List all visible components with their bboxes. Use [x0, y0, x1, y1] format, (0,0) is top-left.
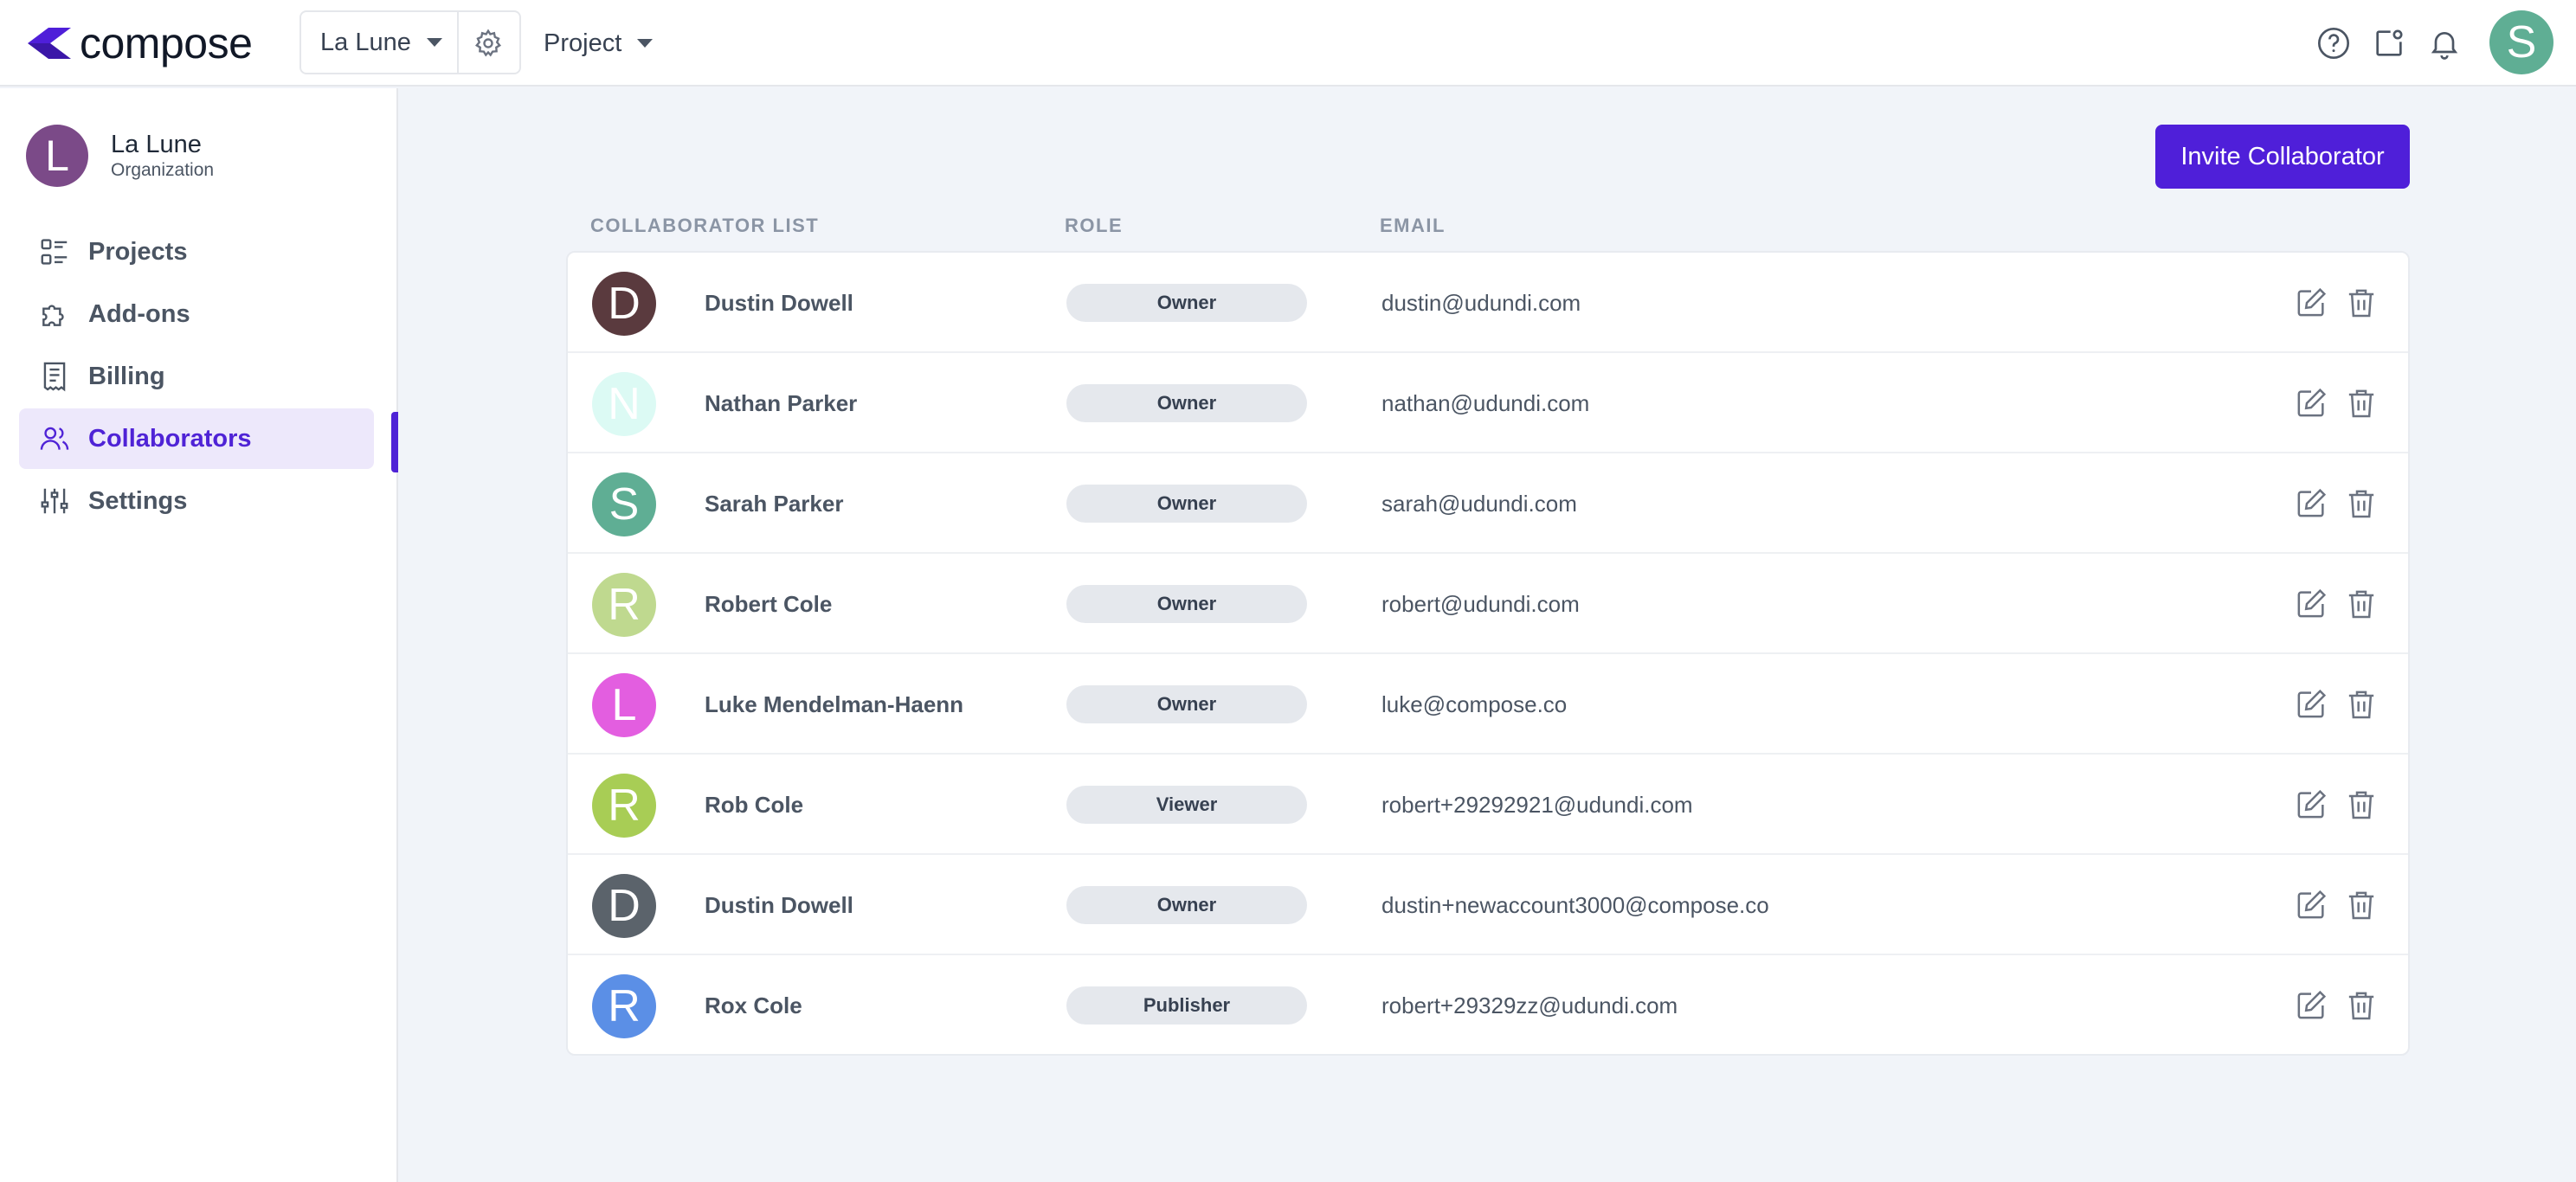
collaborator-avatar: D: [592, 272, 656, 336]
collaborator-name: Sarah Parker: [705, 491, 844, 517]
trash-icon[interactable]: [2344, 888, 2379, 922]
edit-icon[interactable]: [2294, 787, 2328, 822]
sidebar-item-label: Settings: [88, 486, 188, 515]
role-badge: Owner: [1066, 585, 1307, 623]
chevron-down-icon: [426, 38, 442, 47]
compose-logo-icon: [28, 28, 71, 59]
invite-collaborator-button[interactable]: Invite Collaborator: [2155, 125, 2410, 189]
divider: [457, 12, 459, 73]
collaborator-name: Rob Cole: [705, 792, 804, 818]
sidebar-item-settings[interactable]: Settings: [19, 471, 374, 531]
role-badge: Owner: [1066, 284, 1307, 322]
collaborator-avatar: L: [592, 673, 656, 737]
org-type: Organization: [111, 160, 215, 180]
edit-icon[interactable]: [2294, 587, 2328, 621]
compose-logo[interactable]: compose: [24, 19, 253, 67]
collaborator-avatar: R: [592, 774, 656, 838]
org-card: L La Lune Organization: [26, 125, 214, 187]
edit-icon[interactable]: [2294, 386, 2328, 421]
collaborator-email: robert+29329zz@udundi.com: [1381, 992, 1678, 1018]
org-name: La Lune: [111, 131, 202, 158]
trash-icon[interactable]: [2344, 286, 2379, 320]
org-selector-label: La Lune: [320, 28, 411, 56]
table-row: R Rox Cole Publisher robert+29329zz@udun…: [568, 955, 2408, 1054]
edit-icon[interactable]: [2294, 687, 2328, 722]
collaborator-email: luke@compose.co: [1381, 691, 1568, 717]
collaborator-name: Robert Cole: [705, 591, 833, 617]
collaborator-avatar: D: [592, 874, 656, 938]
projects-list-icon: [41, 239, 68, 265]
collaborator-avatar: S: [592, 472, 656, 536]
column-header-role: ROLE: [1065, 215, 1124, 236]
sidebar-nav: Projects Add-ons Billing Collaborators S…: [19, 222, 374, 533]
edit-icon[interactable]: [2294, 486, 2328, 521]
sidebar-item-label: Add-ons: [88, 299, 190, 328]
logo-text: compose: [80, 19, 253, 67]
top-bar: compose La Lune Project S: [0, 0, 2576, 87]
role-badge: Owner: [1066, 384, 1307, 422]
collaborator-name: Nathan Parker: [705, 390, 858, 416]
collaborator-email: dustin@udundi.com: [1381, 290, 1581, 316]
sidebar-item-label: Projects: [88, 237, 188, 266]
collaborator-email: dustin+newaccount3000@compose.co: [1381, 892, 1769, 918]
org-selector[interactable]: La Lune: [299, 10, 521, 74]
sidebar-item-billing[interactable]: Billing: [19, 346, 374, 407]
user-avatar[interactable]: S: [2489, 10, 2553, 74]
collaborator-name: Dustin Dowell: [705, 290, 853, 316]
table-row: D Dustin Dowell Owner dustin@udundi.com: [568, 253, 2408, 353]
role-badge: Viewer: [1066, 786, 1307, 824]
sidebar-item-projects[interactable]: Projects: [19, 222, 374, 282]
table-row: N Nathan Parker Owner nathan@udundi.com: [568, 353, 2408, 453]
org-avatar: L: [26, 125, 88, 187]
sidebar-item-collaborators[interactable]: Collaborators: [19, 408, 374, 469]
edit-icon[interactable]: [2294, 988, 2328, 1023]
collaborator-name: Luke Mendelman-Haenn: [705, 691, 964, 717]
table-row: S Sarah Parker Owner sarah@udundi.com: [568, 453, 2408, 554]
sidebar: L La Lune Organization Projects Add-ons: [0, 88, 398, 1182]
receipt-icon: [43, 362, 66, 392]
collaborator-table: D Dustin Dowell Owner dustin@udundi.com …: [566, 251, 2410, 1056]
collaborator-name: Dustin Dowell: [705, 892, 853, 918]
role-badge: Owner: [1066, 886, 1307, 924]
help-icon[interactable]: [2316, 26, 2351, 61]
chevron-down-icon: [637, 39, 654, 48]
table-row: R Rob Cole Viewer robert+29292921@udundi…: [568, 755, 2408, 855]
trash-icon[interactable]: [2344, 988, 2379, 1023]
trash-icon[interactable]: [2344, 587, 2379, 621]
table-row: D Dustin Dowell Owner dustin+newaccount3…: [568, 855, 2408, 955]
trash-icon[interactable]: [2344, 687, 2379, 722]
collaborator-avatar: N: [592, 372, 656, 436]
role-badge: Owner: [1066, 685, 1307, 723]
collaborator-avatar: R: [592, 974, 656, 1038]
sidebar-item-label: Billing: [88, 362, 165, 390]
edit-icon[interactable]: [2294, 286, 2328, 320]
trash-icon[interactable]: [2344, 486, 2379, 521]
trash-icon[interactable]: [2344, 386, 2379, 421]
table-row: R Robert Cole Owner robert@udundi.com: [568, 554, 2408, 654]
users-icon: [40, 427, 69, 450]
collaborator-email: robert@udundi.com: [1381, 591, 1580, 617]
collaborator-email: nathan@udundi.com: [1381, 390, 1590, 416]
external-link-icon[interactable]: [2372, 26, 2406, 61]
active-indicator: [391, 412, 398, 472]
sidebar-item-add-ons[interactable]: Add-ons: [19, 284, 374, 344]
puzzle-icon: [42, 305, 64, 326]
column-header-email: EMAIL: [1380, 215, 1446, 236]
role-badge: Publisher: [1066, 986, 1307, 1025]
sliders-icon: [41, 488, 68, 514]
collaborator-avatar: R: [592, 573, 656, 637]
column-header-collaborator: COLLABORATOR LIST: [590, 215, 820, 236]
project-selector-label: Project: [544, 29, 622, 57]
table-row: L Luke Mendelman-Haenn Owner luke@compos…: [568, 654, 2408, 755]
trash-icon[interactable]: [2344, 787, 2379, 822]
collaborator-name: Rox Cole: [705, 992, 802, 1018]
project-selector[interactable]: Project: [544, 22, 654, 64]
bell-icon[interactable]: [2427, 26, 2462, 61]
collaborator-email: sarah@udundi.com: [1381, 491, 1577, 517]
edit-icon[interactable]: [2294, 888, 2328, 922]
collaborator-email: robert+29292921@udundi.com: [1381, 792, 1693, 818]
gear-icon[interactable]: [473, 28, 504, 59]
sidebar-item-label: Collaborators: [88, 424, 252, 453]
role-badge: Owner: [1066, 485, 1307, 523]
